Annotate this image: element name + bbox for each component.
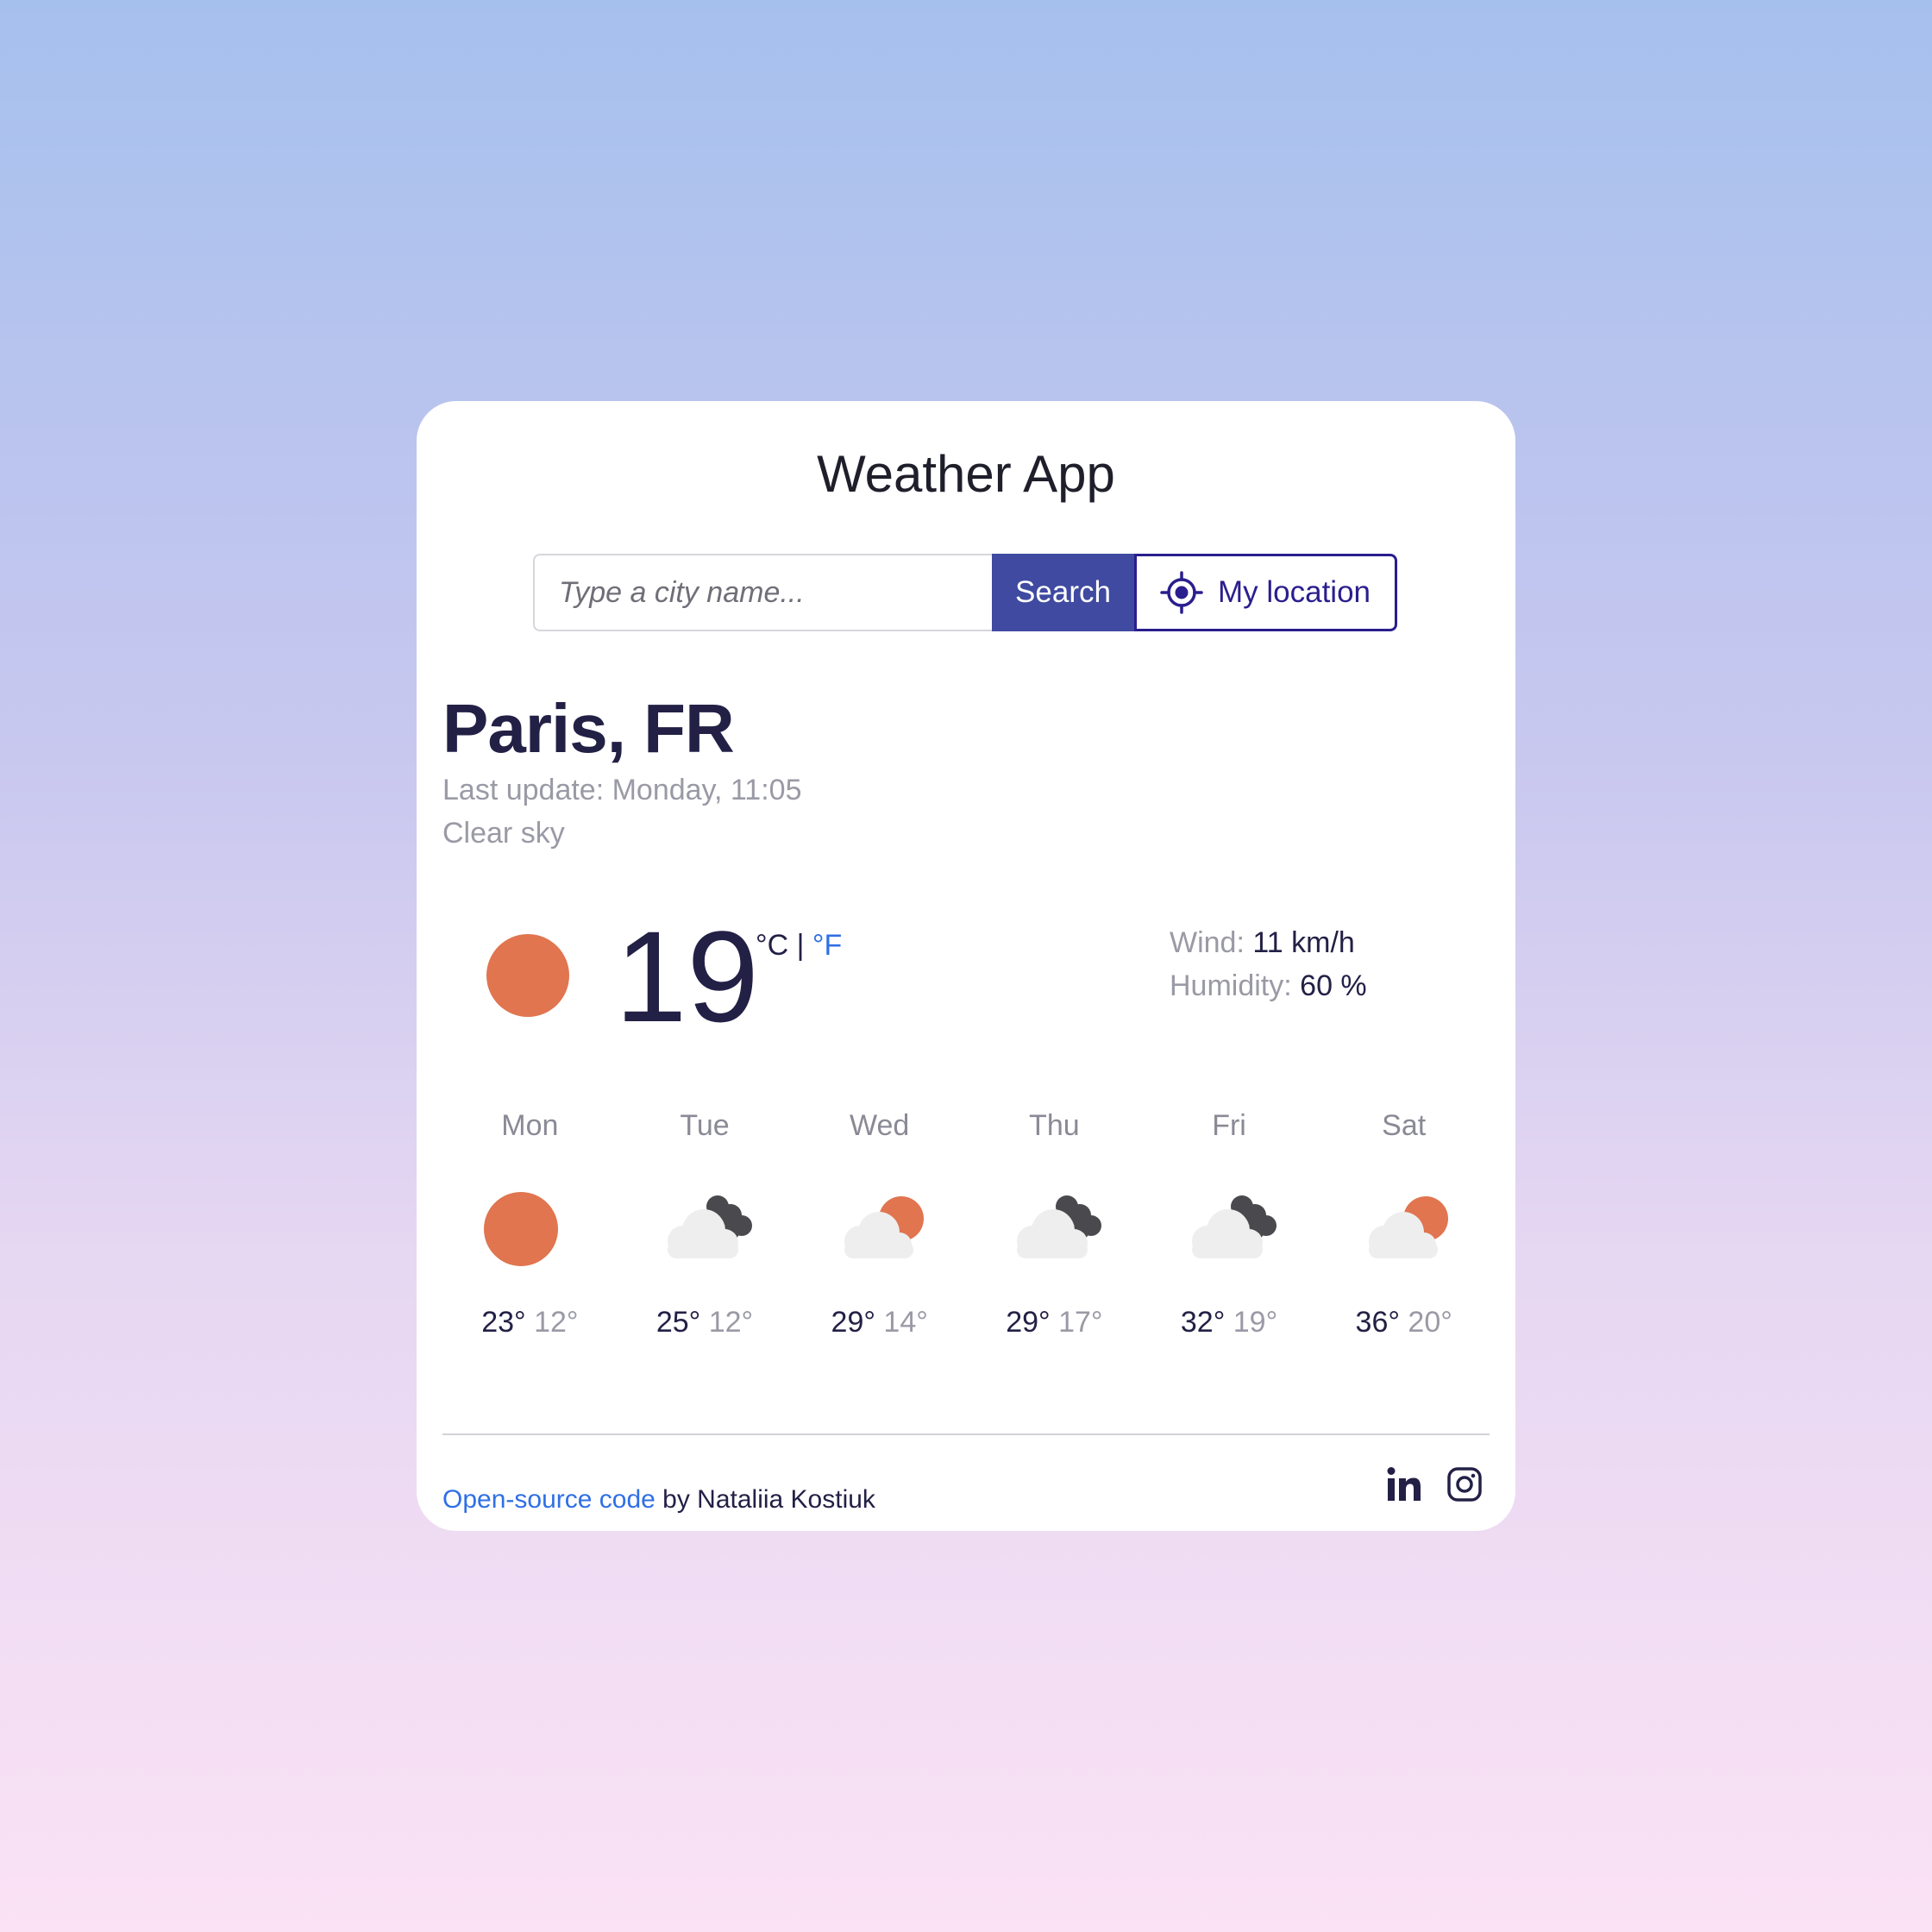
temperature-units: °C | °F [756, 929, 842, 963]
forecast-row: Mon 23° 12° Tue 25° 12° Wed 29° 14° Thu … [442, 1108, 1491, 1339]
weather-details: Wind: 11 km/h Humidity: 60 % [1170, 921, 1367, 1007]
city-name: Paris, FR [442, 690, 735, 767]
dark-clouds-icon [1192, 1195, 1277, 1258]
forecast-day: Fri 32° 19° [1142, 1108, 1317, 1339]
weather-description: Clear sky [442, 817, 565, 850]
footer-divider [442, 1433, 1490, 1435]
current-temperature: 19 [615, 904, 759, 1049]
my-location-label: My location [1218, 575, 1371, 609]
forecast-day: Sat 36° 20° [1316, 1108, 1491, 1339]
forecast-temps: 36° 20° [1316, 1305, 1491, 1339]
forecast-day-name: Fri [1212, 1109, 1246, 1142]
forecast-temps: 29° 17° [967, 1305, 1142, 1339]
forecast-min: 20° [1408, 1306, 1452, 1339]
partly-cloudy-icon [844, 1196, 924, 1258]
forecast-min: 19° [1233, 1306, 1278, 1339]
fahrenheit-link[interactable]: °F [812, 929, 842, 962]
forecast-max: 32° [1180, 1306, 1226, 1339]
forecast-min: 17° [1058, 1306, 1103, 1339]
partly-cloudy-icon [1368, 1196, 1448, 1258]
unit-separator: | [796, 929, 805, 962]
crosshair-location-icon [1160, 571, 1203, 614]
wind-row: Wind: 11 km/h [1170, 921, 1367, 964]
humidity-label: Humidity: [1170, 969, 1292, 1002]
instagram-icon [1447, 1467, 1482, 1502]
humidity-value: 60 % [1300, 969, 1367, 1002]
forecast-max: 36° [1355, 1306, 1400, 1339]
forecast-max: 29° [831, 1306, 875, 1339]
weather-card: Weather App Search My location Paris, FR… [417, 401, 1515, 1531]
search-form: Search My location [533, 554, 1397, 631]
celsius-unit: °C [756, 929, 789, 962]
forecast-day-name: Wed [850, 1109, 910, 1142]
forecast-day-name: Mon [501, 1109, 559, 1142]
forecast-temps: 25° 12° [618, 1305, 793, 1339]
forecast-min: 12° [534, 1306, 579, 1339]
wind-label: Wind: [1170, 926, 1245, 959]
wind-value: 11 km/h [1252, 926, 1355, 959]
linkedin-link[interactable] [1386, 1466, 1422, 1502]
forecast-day: Wed 29° 14° [792, 1108, 967, 1339]
forecast-day-name: Thu [1029, 1109, 1080, 1142]
forecast-temps: 29° 14° [792, 1305, 967, 1339]
forecast-day: Tue 25° 12° [618, 1108, 793, 1339]
author-text: by Nataliia Kostiuk [655, 1485, 875, 1514]
forecast-max: 25° [656, 1306, 701, 1339]
forecast-max: 29° [1006, 1306, 1051, 1339]
my-location-button[interactable]: My location [1134, 554, 1397, 631]
sun-icon [486, 934, 569, 1017]
forecast-temps: 32° 19° [1142, 1305, 1317, 1339]
dark-clouds-icon [1017, 1195, 1102, 1258]
humidity-row: Humidity: 60 % [1170, 964, 1367, 1007]
instagram-link[interactable] [1446, 1466, 1483, 1502]
forecast-day-name: Tue [680, 1109, 730, 1142]
sun-icon [484, 1192, 559, 1266]
forecast-day: Thu 29° 17° [967, 1108, 1142, 1339]
dark-clouds-icon [668, 1195, 752, 1258]
open-source-link[interactable]: Open-source code [442, 1485, 656, 1514]
city-search-input[interactable] [533, 554, 992, 631]
linkedin-icon [1387, 1467, 1421, 1501]
forecast-max: 23° [481, 1306, 526, 1339]
forecast-day-name: Sat [1382, 1109, 1427, 1142]
search-button[interactable]: Search [992, 554, 1134, 631]
forecast-min: 12° [708, 1306, 754, 1339]
footer-credits: Open-source code by Nataliia Kostiuk [442, 1485, 875, 1515]
social-links [1386, 1466, 1483, 1502]
forecast-day: Mon 23° 12° [442, 1108, 618, 1339]
app-title: Weather App [817, 445, 1115, 503]
last-update-text: Last update: Monday, 11:05 [442, 774, 802, 806]
forecast-temps: 23° 12° [442, 1305, 618, 1339]
forecast-min: 14° [883, 1306, 928, 1339]
